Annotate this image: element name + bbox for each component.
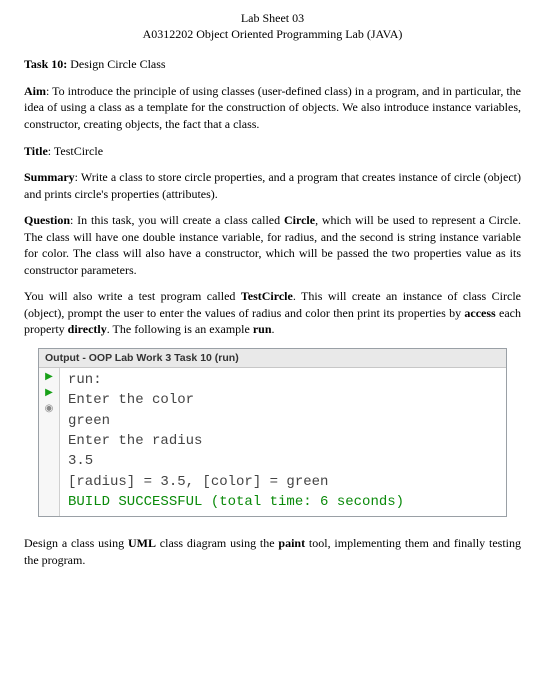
console-line: [radius] = 3.5, [color] = green — [68, 472, 498, 492]
gear-icon: ◉ — [43, 403, 55, 415]
header-line-1: Lab Sheet 03 — [24, 10, 521, 26]
console-line: run: — [68, 370, 498, 390]
p2-run: run — [253, 322, 272, 336]
summary-label: Summary — [24, 170, 75, 184]
summary-paragraph: Summary: Write a class to store circle p… — [24, 169, 521, 202]
console-line: Enter the color — [68, 390, 498, 410]
p2-testname: TestCircle — [241, 289, 293, 303]
p2-post: . The following is an example — [107, 322, 253, 336]
play-icon: ▶ — [43, 371, 55, 383]
title-text: : TestCircle — [48, 144, 103, 158]
test-paragraph: You will also write a test program calle… — [24, 288, 521, 338]
aim-label: Aim — [24, 84, 46, 98]
footer-pre: Design a class using — [24, 536, 128, 550]
question-pre: : In this task, you will create a class … — [70, 213, 284, 227]
console-line: 3.5 — [68, 451, 498, 471]
footer-uml: UML — [128, 536, 156, 550]
console-title-bar: Output - OOP Lab Work 3 Task 10 (run) — [39, 349, 506, 368]
title-label: Title — [24, 144, 48, 158]
question-label: Question — [24, 213, 70, 227]
summary-text: : Write a class to store circle properti… — [24, 170, 521, 201]
footer-paragraph: Design a class using UML class diagram u… — [24, 535, 521, 568]
question-classname: Circle — [284, 213, 315, 227]
header-line-2: A0312202 Object Oriented Programming Lab… — [24, 26, 521, 42]
task-line: Task 10: Design Circle Class — [24, 56, 521, 73]
task-label: Task 10: — [24, 57, 67, 71]
console-line: Enter the radius — [68, 431, 498, 451]
footer-mid: class diagram using the — [156, 536, 278, 550]
console-build-line: BUILD SUCCESSFUL (total time: 6 seconds) — [68, 492, 498, 512]
console-gutter: ▶ ▶ ◉ — [39, 368, 60, 516]
console-lines: run: Enter the color green Enter the rad… — [60, 368, 506, 516]
p2-access: access — [464, 306, 495, 320]
p2-pre: You will also write a test program calle… — [24, 289, 241, 303]
p2-end: . — [272, 322, 275, 336]
title-paragraph: Title: TestCircle — [24, 143, 521, 160]
console-output-box: Output - OOP Lab Work 3 Task 10 (run) ▶ … — [38, 348, 507, 517]
document-header: Lab Sheet 03 A0312202 Object Oriented Pr… — [24, 10, 521, 42]
question-paragraph: Question: In this task, you will create … — [24, 212, 521, 278]
aim-paragraph: Aim: To introduce the principle of using… — [24, 83, 521, 133]
footer-paint: paint — [278, 536, 305, 550]
console-line: green — [68, 411, 498, 431]
p2-directly: directly — [68, 322, 107, 336]
aim-text: : To introduce the principle of using cl… — [24, 84, 521, 131]
document-page: Lab Sheet 03 A0312202 Object Oriented Pr… — [0, 0, 545, 598]
console-body: ▶ ▶ ◉ run: Enter the color green Enter t… — [39, 368, 506, 516]
play-icon: ▶ — [43, 387, 55, 399]
task-title: Design Circle Class — [70, 57, 165, 71]
